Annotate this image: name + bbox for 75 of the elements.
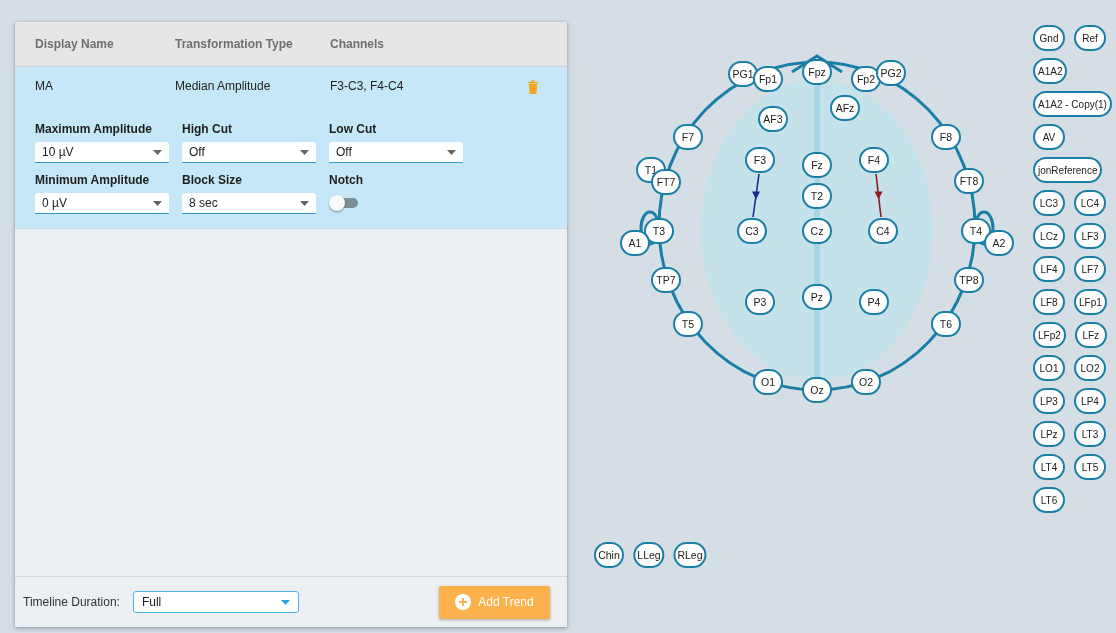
- electrode[interactable]: Oz: [802, 377, 832, 403]
- reference-electrode[interactable]: Ref: [1074, 25, 1106, 51]
- table-cell-text: F3-C3, F4-C4: [330, 79, 405, 93]
- column-header: Display Name: [35, 37, 115, 51]
- electrode[interactable]: T6: [931, 311, 961, 337]
- reference-electrode[interactable]: LC3: [1033, 190, 1065, 216]
- caret-icon: [300, 149, 309, 155]
- reference-electrode[interactable]: AV: [1033, 124, 1065, 150]
- electrode[interactable]: Chin: [594, 542, 624, 568]
- toggle-switch[interactable]: [329, 193, 359, 213]
- reference-electrode[interactable]: LF7: [1074, 256, 1106, 282]
- dropdown-field[interactable]: Off: [182, 142, 316, 163]
- dropdown-field[interactable]: 8 sec: [182, 193, 316, 214]
- reference-electrode[interactable]: LPz: [1033, 421, 1065, 447]
- reference-electrode[interactable]: LF3: [1074, 223, 1106, 249]
- electrode[interactable]: TP7: [651, 267, 681, 293]
- reference-electrode[interactable]: LT4: [1033, 454, 1065, 480]
- column-header: Channels: [330, 37, 385, 51]
- field-label: Block Size: [182, 173, 244, 187]
- reference-electrode[interactable]: LF8: [1033, 289, 1065, 315]
- reference-electrode[interactable]: LT6: [1033, 487, 1065, 513]
- electrode[interactable]: F7: [673, 124, 703, 150]
- electrode[interactable]: F8: [931, 124, 961, 150]
- electrode[interactable]: T4: [961, 218, 991, 244]
- reference-electrode[interactable]: A1A2 - Copy(1): [1033, 91, 1112, 117]
- reference-electrode[interactable]: LP4: [1074, 388, 1106, 414]
- electrode[interactable]: T5: [673, 311, 703, 337]
- caret-icon: [447, 149, 456, 155]
- reference-electrode[interactable]: LCz: [1033, 223, 1065, 249]
- field-label: Timeline Duration:: [23, 595, 120, 609]
- reference-electrode[interactable]: LFz: [1074, 322, 1107, 348]
- field-label: Notch: [329, 173, 364, 187]
- reference-electrode[interactable]: LO2: [1074, 355, 1106, 381]
- caret-icon: [153, 149, 162, 155]
- field-label: Maximum Amplitude: [35, 122, 153, 136]
- electrode[interactable]: O2: [851, 369, 881, 395]
- table-cell-text: MA: [35, 79, 54, 93]
- electrode[interactable]: FT8: [954, 168, 984, 194]
- dropdown-field[interactable]: 0 µV: [35, 193, 169, 214]
- electrode[interactable]: PG2: [876, 60, 906, 86]
- reference-electrode[interactable]: jonReference: [1033, 157, 1103, 183]
- electrode[interactable]: Fpz: [802, 59, 832, 85]
- electrode[interactable]: Fp1: [753, 66, 783, 92]
- electrode[interactable]: O1: [753, 369, 783, 395]
- reference-electrode[interactable]: LT3: [1074, 421, 1106, 447]
- reference-electrode[interactable]: LFp1: [1074, 289, 1107, 315]
- dropdown-field[interactable]: Full: [132, 591, 299, 613]
- electrode[interactable]: Fp2: [851, 66, 881, 92]
- caret-icon: [280, 599, 290, 605]
- reference-electrode[interactable]: LO1: [1033, 355, 1065, 381]
- field-label: Minimum Amplitude: [35, 173, 151, 187]
- electrode[interactable]: RLeg: [673, 542, 707, 568]
- dropdown-field[interactable]: Off: [329, 142, 463, 163]
- reference-electrode[interactable]: LF4: [1033, 256, 1065, 282]
- plus-circle-icon: [455, 594, 472, 610]
- reference-electrode[interactable]: LFp2: [1033, 322, 1066, 348]
- table-cell-text: Median Amplitude: [175, 79, 272, 93]
- caret-icon: [153, 200, 162, 206]
- reference-electrode[interactable]: Gnd: [1033, 25, 1065, 51]
- reference-electrode[interactable]: A1A2: [1033, 58, 1068, 84]
- electrode[interactable]: PG1: [728, 61, 758, 87]
- field-label: Low Cut: [329, 122, 378, 136]
- caret-icon: [300, 200, 309, 206]
- reference-electrode[interactable]: LC4: [1074, 190, 1106, 216]
- reference-electrode[interactable]: LT5: [1074, 454, 1106, 480]
- reference-electrode[interactable]: LP3: [1033, 388, 1065, 414]
- electrode[interactable]: A2: [984, 230, 1014, 256]
- column-header: Transformation Type: [175, 37, 294, 51]
- electrode[interactable]: A1: [620, 230, 650, 256]
- electrode[interactable]: T3: [644, 218, 674, 244]
- field-label: High Cut: [182, 122, 233, 136]
- trend-row[interactable]: MA Median Amplitude F3-C3, F4-C4 Maximum Amplitude 10 µV High Cut Off Low Cut Off Minimum Amplitude 0 µV Block Size 8 sec Notch: [15, 67, 567, 229]
- electrode[interactable]: TP8: [954, 267, 984, 293]
- dropdown-field[interactable]: 10 µV: [35, 142, 169, 163]
- electrode[interactable]: LLeg: [633, 542, 665, 568]
